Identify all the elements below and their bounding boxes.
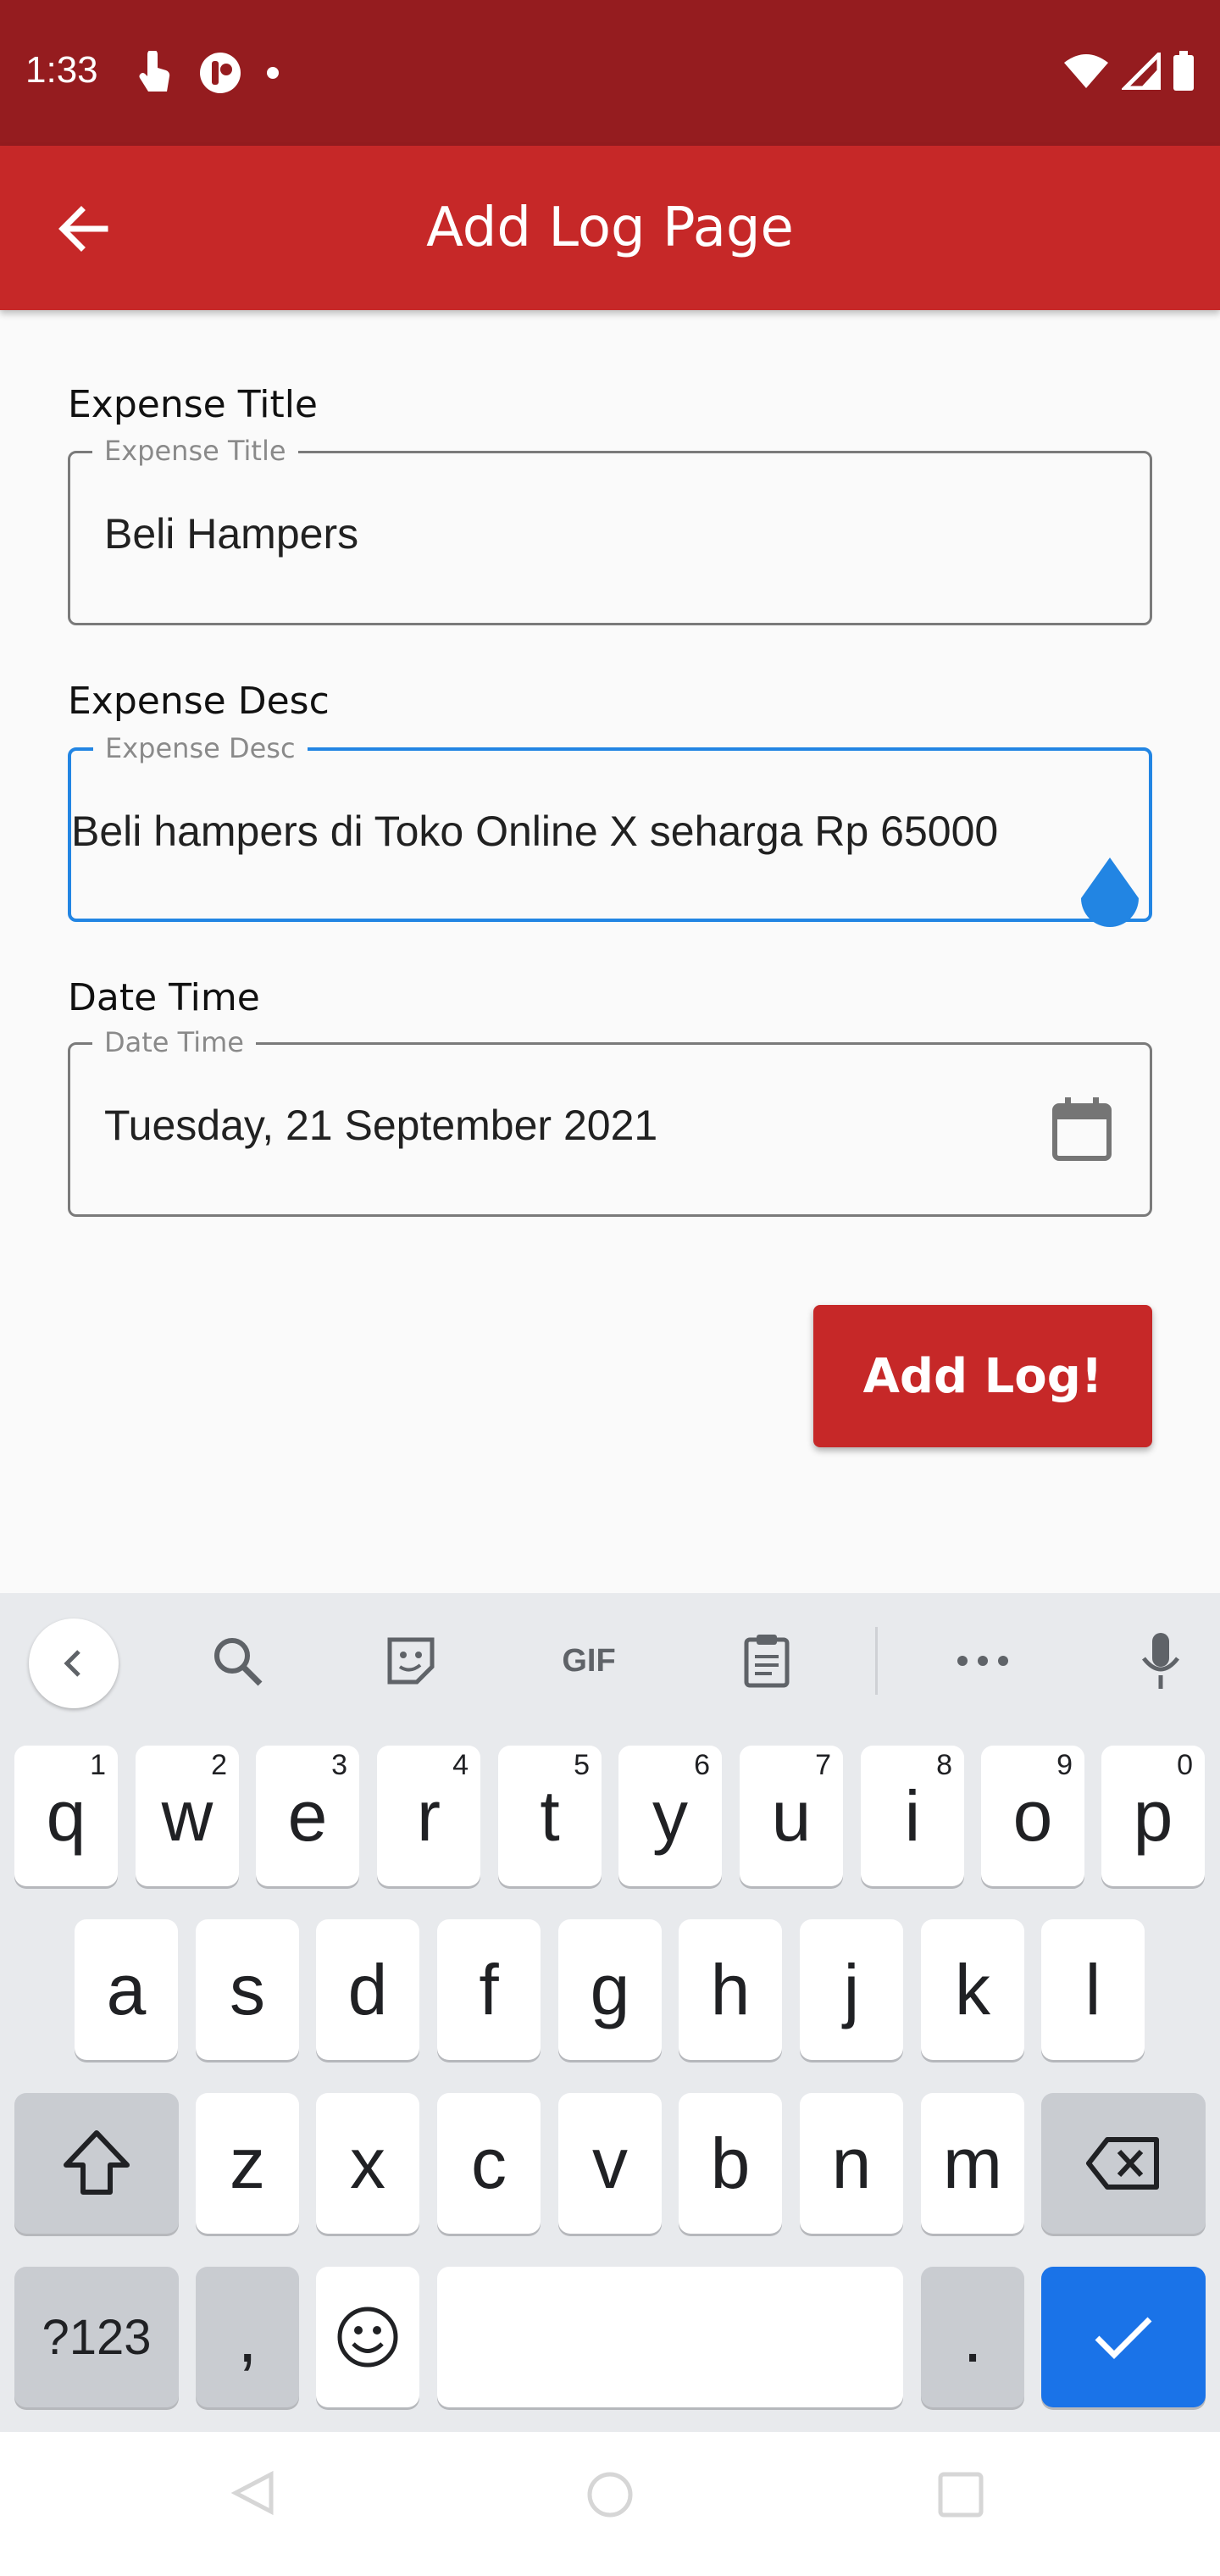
more-icon (957, 1656, 1008, 1666)
period-key[interactable]: . (921, 2267, 1024, 2407)
dot-icon (267, 67, 279, 79)
date-time-label: Date Time (68, 976, 260, 1019)
expense-title-value: Beli Hampers (104, 510, 359, 558)
status-icons-left (136, 51, 280, 95)
navigation-bar (0, 2432, 1220, 2576)
nav-recents-icon[interactable] (937, 2471, 984, 2518)
enter-key[interactable] (1041, 2267, 1206, 2407)
page-title: Add Log Page (426, 197, 794, 259)
key-e[interactable]: e3 (256, 1746, 359, 1886)
app-badge-icon (200, 53, 241, 93)
keyboard-clipboard-button[interactable] (724, 1627, 809, 1695)
key-o[interactable]: o9 (981, 1746, 1084, 1886)
status-icons-right (1062, 51, 1195, 92)
expense-title-legend: Expense Title (92, 435, 298, 467)
keyboard-gif-button[interactable]: GIF (546, 1627, 631, 1695)
check-icon (1095, 2317, 1152, 2359)
status-time: 1:33 (25, 49, 98, 91)
expense-desc-legend: Expense Desc (93, 732, 308, 764)
text-cursor-handle[interactable] (1076, 856, 1144, 932)
key-z[interactable]: z (196, 2093, 299, 2234)
shift-icon (64, 2130, 130, 2195)
key-m[interactable]: m (921, 2093, 1024, 2234)
key-i[interactable]: i8 (861, 1746, 964, 1886)
key-a[interactable]: a (75, 1919, 178, 2060)
mic-icon (1142, 1633, 1179, 1689)
key-b[interactable]: b (679, 2093, 782, 2234)
key-w[interactable]: w2 (136, 1746, 239, 1886)
key-n[interactable]: n (800, 2093, 903, 2234)
expense-desc-label: Expense Desc (68, 680, 330, 723)
emoji-icon (337, 2307, 398, 2368)
keyboard-mic-button[interactable] (1118, 1627, 1203, 1695)
calendar-icon[interactable] (1051, 1097, 1112, 1162)
expense-title-label: Expense Title (68, 383, 319, 426)
date-time-legend: Date Time (92, 1026, 256, 1058)
key-k[interactable]: k (921, 1919, 1024, 2060)
sticker-icon (387, 1637, 435, 1685)
comma-key[interactable]: , (196, 2267, 299, 2407)
key-q[interactable]: q1 (14, 1746, 118, 1886)
space-key[interactable] (437, 2267, 903, 2407)
app-bar: Add Log Page (0, 146, 1220, 310)
add-log-button[interactable]: Add Log! (813, 1305, 1152, 1447)
key-v[interactable]: v (558, 2093, 662, 2234)
symbols-key[interactable]: ?123 (14, 2267, 179, 2407)
key-j[interactable]: j (800, 1919, 903, 2060)
search-icon (214, 1638, 263, 1686)
key-r[interactable]: r4 (377, 1746, 480, 1886)
emoji-key[interactable] (316, 2267, 419, 2407)
chevron-left-icon (64, 1650, 80, 1677)
expense-desc-value: Beli hampers di Toko Online X seharga Rp… (71, 808, 999, 855)
backspace-key[interactable] (1041, 2093, 1206, 2234)
signal-icon (1122, 53, 1161, 90)
key-f[interactable]: f (437, 1919, 541, 2060)
key-u[interactable]: u7 (740, 1746, 843, 1886)
shift-key[interactable] (14, 2093, 179, 2234)
backspace-icon (1086, 2137, 1159, 2190)
clipboard-icon (744, 1635, 790, 1688)
date-time-value: Tuesday, 21 September 2021 (104, 1102, 658, 1149)
key-h[interactable]: h (679, 1919, 782, 2060)
key-p[interactable]: p0 (1101, 1746, 1205, 1886)
keyboard-collapse-button[interactable] (29, 1618, 119, 1708)
expense-title-field[interactable]: Expense Title Beli Hampers (68, 435, 1152, 625)
touch-icon (139, 51, 170, 92)
keyboard-more-button[interactable] (940, 1627, 1025, 1695)
key-y[interactable]: y6 (618, 1746, 722, 1886)
keyboard: GIF q1 w2 e3 r4 t5 y6 u7 i8 o9 p0 a s d … (0, 1593, 1220, 2432)
nav-home-icon[interactable] (585, 2469, 635, 2520)
key-l[interactable]: l (1041, 1919, 1145, 2060)
keyboard-toolbar: GIF (0, 1593, 1220, 1729)
expense-desc-field[interactable]: Expense Desc Beli hampers di Toko Online… (68, 732, 1152, 922)
key-t[interactable]: t5 (498, 1746, 602, 1886)
key-d[interactable]: d (316, 1919, 419, 2060)
battery-icon (1173, 51, 1194, 91)
status-bar: 1:33 (0, 0, 1220, 146)
key-c[interactable]: c (437, 2093, 541, 2234)
nav-back-icon[interactable] (229, 2469, 280, 2517)
toolbar-divider (875, 1627, 878, 1695)
wifi-icon (1064, 54, 1108, 88)
key-g[interactable]: g (558, 1919, 662, 2060)
date-time-field[interactable]: Date Time Tuesday, 21 September 2021 (68, 1026, 1152, 1217)
key-x[interactable]: x (316, 2093, 419, 2234)
key-s[interactable]: s (196, 1919, 299, 2060)
keyboard-search-button[interactable] (195, 1627, 280, 1695)
keyboard-sticker-button[interactable] (369, 1627, 453, 1695)
